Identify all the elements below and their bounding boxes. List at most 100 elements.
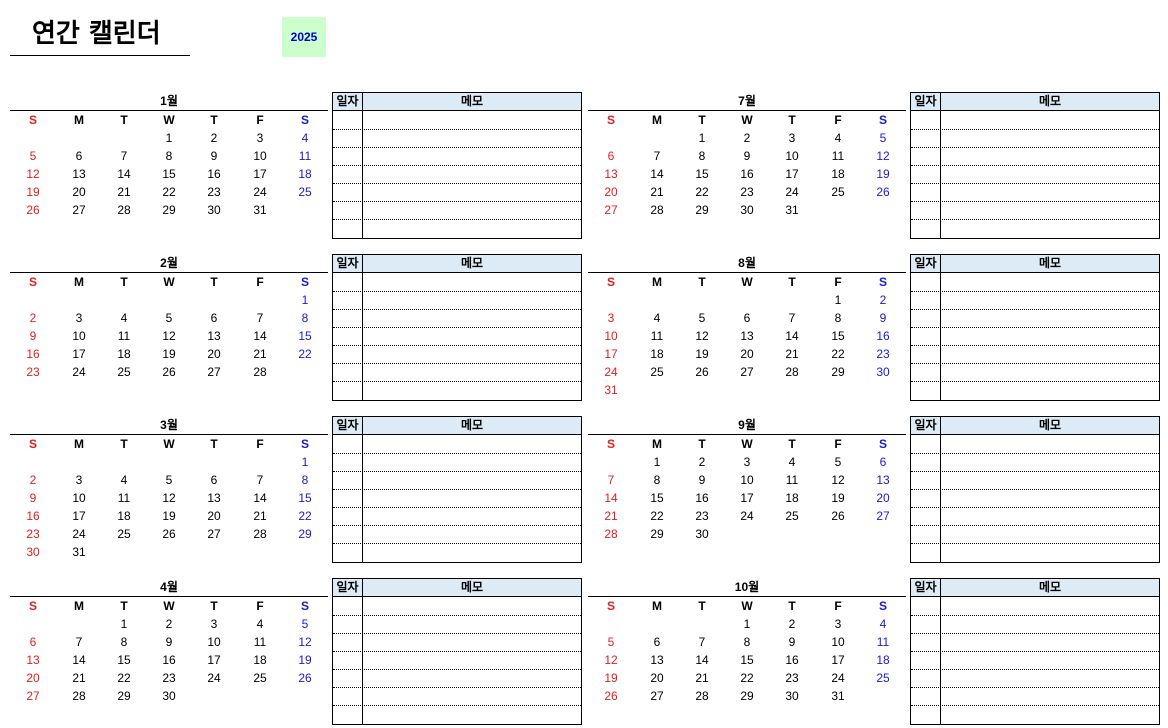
day-cell[interactable]: 2 — [146, 615, 192, 633]
day-cell[interactable]: 8 — [815, 309, 861, 327]
day-cell[interactable]: 7 — [588, 471, 634, 489]
day-cell[interactable]: 28 — [679, 687, 725, 705]
day-cell[interactable]: 26 — [10, 201, 56, 219]
memo-row-line[interactable] — [333, 309, 581, 310]
day-cell[interactable]: 29 — [679, 201, 725, 219]
day-cell[interactable]: 6 — [191, 471, 237, 489]
day-cell[interactable]: 14 — [237, 327, 283, 345]
memo-row-line[interactable] — [333, 651, 581, 652]
day-cell[interactable]: 9 — [10, 327, 56, 345]
day-cell[interactable]: 2 — [10, 309, 56, 327]
day-cell[interactable]: 6 — [724, 309, 770, 327]
day-cell[interactable]: 31 — [56, 543, 102, 561]
day-cell[interactable]: 29 — [146, 201, 192, 219]
memo-row-line[interactable] — [911, 471, 1159, 472]
day-cell[interactable]: 19 — [588, 669, 634, 687]
day-cell[interactable]: 13 — [10, 651, 56, 669]
day-cell[interactable]: 15 — [634, 489, 680, 507]
day-cell[interactable]: 14 — [56, 651, 102, 669]
memo-row-line[interactable] — [911, 381, 1159, 382]
memo-row-line[interactable] — [911, 525, 1159, 526]
day-cell[interactable]: 30 — [10, 543, 56, 561]
memo-row-line[interactable] — [911, 687, 1159, 688]
day-cell[interactable]: 29 — [815, 363, 861, 381]
day-cell[interactable]: 21 — [679, 669, 725, 687]
day-cell[interactable]: 22 — [724, 669, 770, 687]
day-cell[interactable]: 20 — [634, 669, 680, 687]
day-cell[interactable]: 27 — [634, 687, 680, 705]
day-cell[interactable]: 5 — [10, 147, 56, 165]
day-cell[interactable]: 30 — [191, 201, 237, 219]
day-cell[interactable]: 6 — [10, 633, 56, 651]
day-cell[interactable]: 11 — [101, 489, 147, 507]
day-cell[interactable]: 26 — [679, 363, 725, 381]
day-cell[interactable]: 13 — [191, 489, 237, 507]
day-cell[interactable]: 12 — [860, 147, 906, 165]
day-cell[interactable]: 6 — [588, 147, 634, 165]
memo-row-line[interactable] — [333, 525, 581, 526]
day-cell[interactable]: 21 — [56, 669, 102, 687]
day-cell[interactable]: 20 — [860, 489, 906, 507]
day-cell[interactable]: 15 — [282, 489, 328, 507]
day-cell[interactable]: 5 — [815, 453, 861, 471]
day-cell[interactable]: 9 — [724, 147, 770, 165]
day-cell[interactable]: 9 — [679, 471, 725, 489]
day-cell[interactable]: 12 — [282, 633, 328, 651]
day-cell[interactable]: 8 — [282, 471, 328, 489]
day-cell[interactable]: 18 — [634, 345, 680, 363]
day-cell[interactable]: 7 — [634, 147, 680, 165]
day-cell[interactable]: 10 — [769, 147, 815, 165]
day-cell[interactable]: 11 — [101, 327, 147, 345]
memo-row-line[interactable] — [911, 669, 1159, 670]
day-cell[interactable]: 1 — [815, 291, 861, 309]
memo-row-line[interactable] — [911, 507, 1159, 508]
day-cell[interactable]: 1 — [282, 291, 328, 309]
day-cell[interactable]: 24 — [588, 363, 634, 381]
memo-row-line[interactable] — [911, 363, 1159, 364]
day-cell[interactable]: 4 — [860, 615, 906, 633]
day-cell[interactable]: 17 — [769, 165, 815, 183]
day-cell[interactable]: 25 — [769, 507, 815, 525]
day-cell[interactable]: 19 — [679, 345, 725, 363]
day-cell[interactable]: 25 — [282, 183, 328, 201]
day-cell[interactable]: 28 — [634, 201, 680, 219]
day-cell[interactable]: 10 — [56, 327, 102, 345]
day-cell[interactable]: 26 — [282, 669, 328, 687]
day-cell[interactable]: 19 — [815, 489, 861, 507]
day-cell[interactable]: 12 — [146, 489, 192, 507]
day-cell[interactable]: 20 — [588, 183, 634, 201]
day-cell[interactable]: 11 — [815, 147, 861, 165]
day-cell[interactable]: 9 — [191, 147, 237, 165]
day-cell[interactable]: 6 — [56, 147, 102, 165]
memo-row-line[interactable] — [911, 201, 1159, 202]
day-cell[interactable]: 21 — [101, 183, 147, 201]
day-cell[interactable]: 13 — [634, 651, 680, 669]
memo-row-line[interactable] — [333, 687, 581, 688]
day-cell[interactable]: 3 — [815, 615, 861, 633]
day-cell[interactable]: 18 — [101, 507, 147, 525]
day-cell[interactable]: 31 — [769, 201, 815, 219]
day-cell[interactable]: 18 — [101, 345, 147, 363]
day-cell[interactable]: 6 — [191, 309, 237, 327]
day-cell[interactable]: 30 — [679, 525, 725, 543]
day-cell[interactable]: 28 — [769, 363, 815, 381]
memo-row-line[interactable] — [333, 129, 581, 130]
day-cell[interactable]: 21 — [237, 345, 283, 363]
day-cell[interactable]: 27 — [724, 363, 770, 381]
memo-row-line[interactable] — [911, 489, 1159, 490]
day-cell[interactable]: 26 — [146, 525, 192, 543]
day-cell[interactable]: 17 — [191, 651, 237, 669]
day-cell[interactable]: 18 — [237, 651, 283, 669]
day-cell[interactable]: 12 — [146, 327, 192, 345]
day-cell[interactable]: 3 — [191, 615, 237, 633]
day-cell[interactable]: 29 — [634, 525, 680, 543]
day-cell[interactable]: 15 — [146, 165, 192, 183]
memo-row-line[interactable] — [333, 669, 581, 670]
day-cell[interactable]: 4 — [815, 129, 861, 147]
memo-row-line[interactable] — [333, 165, 581, 166]
day-cell[interactable]: 16 — [191, 165, 237, 183]
day-cell[interactable]: 5 — [282, 615, 328, 633]
day-cell[interactable]: 15 — [724, 651, 770, 669]
day-cell[interactable]: 21 — [588, 507, 634, 525]
day-cell[interactable]: 22 — [146, 183, 192, 201]
